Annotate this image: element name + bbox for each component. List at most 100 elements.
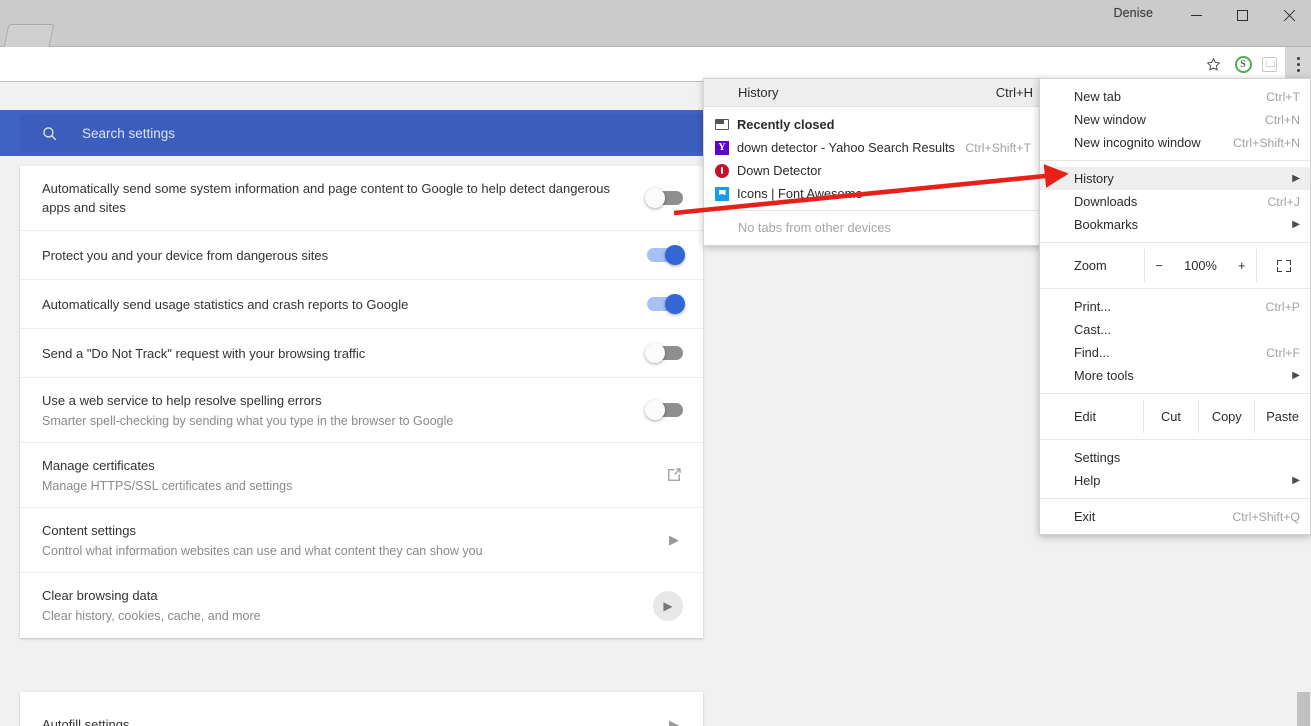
profile-name-label[interactable]: Denise xyxy=(1113,6,1153,20)
setting-title: Autofill settings xyxy=(42,717,130,726)
setting-title: Clear browsing data xyxy=(42,588,158,603)
history-entry-label: down detector - Yahoo Search Results xyxy=(737,140,955,155)
copy-button[interactable]: Copy xyxy=(1198,400,1254,433)
chevron-right-icon[interactable]: ▶ xyxy=(665,532,683,548)
yahoo-favicon: Y xyxy=(715,140,737,155)
settings-search-box[interactable]: Search settings xyxy=(20,114,703,152)
chevron-right-icon: ▶ xyxy=(1292,370,1300,381)
menu-item-new-incognito-window[interactable]: New incognito window Ctrl+Shift+N xyxy=(1040,131,1310,154)
toggle-knob xyxy=(645,400,665,420)
menu-item-settings[interactable]: Settings xyxy=(1040,446,1310,469)
history-entry-yahoo[interactable]: Y down detector - Yahoo Search Results C… xyxy=(704,136,1043,159)
setting-subtitle: Clear history, cookies, cache, and more xyxy=(42,609,261,623)
setting-title: Send a "Do Not Track" request with your … xyxy=(42,345,366,361)
address-bar[interactable] xyxy=(0,48,1214,80)
toggle-knob xyxy=(665,245,685,265)
toggle-send-system-info[interactable] xyxy=(645,188,683,208)
menu-item-bookmarks[interactable]: Bookmarks ▶ xyxy=(1040,213,1310,236)
maximize-button[interactable] xyxy=(1219,0,1265,30)
history-entry-label: Icons | Font Awesome xyxy=(737,186,863,201)
privacy-settings-card: Automatically send some system informati… xyxy=(20,166,703,638)
setting-subtitle: Control what information websites can us… xyxy=(42,543,483,558)
menu-item-accel: Ctrl+N xyxy=(1264,112,1300,127)
chevron-right-circle-icon[interactable]: ▶ xyxy=(653,590,683,621)
setting-subtitle: Manage HTTPS/SSL certificates and settin… xyxy=(42,478,293,493)
minimize-button[interactable] xyxy=(1173,0,1219,30)
menu-item-more-tools[interactable]: More tools ▶ xyxy=(1040,364,1310,387)
fullscreen-button[interactable] xyxy=(1256,249,1310,282)
menu-item-exit[interactable]: Exit Ctrl+Shift+Q xyxy=(1040,505,1310,528)
minimize-icon xyxy=(1190,14,1202,16)
bookmark-star-button[interactable] xyxy=(1197,47,1229,82)
zoom-out-button[interactable]: − xyxy=(1156,258,1163,273)
chevron-right-icon[interactable]: ▶ xyxy=(665,717,683,726)
history-entry-accel: Ctrl+Shift+T xyxy=(965,140,1031,155)
window-icon xyxy=(715,119,737,130)
three-dot-menu-icon xyxy=(1296,57,1300,72)
menu-item-label: Settings xyxy=(1074,450,1121,465)
menu-item-label: New incognito window xyxy=(1074,135,1201,150)
menu-divider xyxy=(1040,498,1310,499)
cut-button[interactable]: Cut xyxy=(1142,400,1199,433)
maximize-icon xyxy=(1236,9,1248,21)
fontawesome-favicon xyxy=(715,186,737,201)
menu-item-label: New tab xyxy=(1074,89,1121,104)
history-no-other-devices: No tabs from other devices xyxy=(704,216,1043,239)
setting-title: Protect you and your device from dangero… xyxy=(42,247,329,263)
toggle-usage-stats[interactable] xyxy=(647,294,685,314)
chrome-menu-button[interactable] xyxy=(1285,47,1311,82)
browser-window: Denise S Search settings Automatically s… xyxy=(0,0,1311,726)
menu-item-find[interactable]: Find... Ctrl+F xyxy=(1040,341,1310,364)
zoom-in-button[interactable]: + xyxy=(1238,258,1245,273)
close-button[interactable] xyxy=(1265,0,1311,30)
paste-button[interactable]: Paste xyxy=(1254,400,1310,433)
setting-row-spelling[interactable]: Use a web service to help resolve spelli… xyxy=(20,378,703,443)
setting-row-send-system-info[interactable]: Automatically send some system informati… xyxy=(20,166,703,231)
history-entry-label: Down Detector xyxy=(737,163,822,178)
setting-row-safe-browsing[interactable]: Protect you and your device from dangero… xyxy=(20,231,703,280)
recently-closed-label: Recently closed xyxy=(737,117,835,132)
menu-item-accel: Ctrl+Shift+Q xyxy=(1232,509,1300,524)
toggle-knob xyxy=(645,343,665,363)
browser-tab[interactable] xyxy=(3,24,55,47)
setting-row-clear-browsing-data[interactable]: Clear browsing data Clear history, cooki… xyxy=(20,573,703,638)
history-submenu-header[interactable]: History Ctrl+H xyxy=(704,79,1043,107)
history-submenu-header-label: History xyxy=(738,85,779,100)
menu-item-accel: Ctrl+Shift+N xyxy=(1233,135,1300,150)
menu-item-cast[interactable]: Cast... xyxy=(1040,318,1310,341)
menu-item-history[interactable]: History ▶ xyxy=(1040,167,1310,190)
extension-button-disabled[interactable] xyxy=(1253,47,1285,82)
menu-item-new-tab[interactable]: New tab Ctrl+T xyxy=(1040,85,1310,108)
toggle-do-not-track[interactable] xyxy=(645,343,683,363)
setting-row-usage-stats[interactable]: Automatically send usage statistics and … xyxy=(20,280,703,329)
zoom-label: Zoom xyxy=(1074,258,1107,273)
menu-item-label: Downloads xyxy=(1074,194,1138,209)
chevron-right-icon: ▶ xyxy=(1292,475,1300,486)
external-link-icon[interactable] xyxy=(665,466,683,484)
menu-item-help[interactable]: Help ▶ xyxy=(1040,469,1310,492)
toggle-spelling[interactable] xyxy=(645,400,683,420)
menu-item-print[interactable]: Print... Ctrl+P xyxy=(1040,295,1310,318)
scrollbar-thumb[interactable] xyxy=(1297,692,1310,726)
title-bar: Denise xyxy=(0,0,1311,47)
menu-item-label: More tools xyxy=(1074,368,1134,383)
zoom-level-label: 100% xyxy=(1184,258,1217,273)
setting-row-autofill-settings[interactable]: Autofill settings ▶ xyxy=(20,692,703,726)
setting-title: Automatically send usage statistics and … xyxy=(42,296,409,312)
chevron-right-icon: ▶ xyxy=(1292,219,1300,230)
setting-row-do-not-track[interactable]: Send a "Do Not Track" request with your … xyxy=(20,329,703,378)
setting-title: Manage certificates xyxy=(42,457,155,473)
history-entry-font-awesome[interactable]: Icons | Font Awesome xyxy=(704,182,1043,205)
setting-row-manage-certificates[interactable]: Manage certificates Manage HTTPS/SSL cer… xyxy=(20,443,703,508)
extension-disabled-icon xyxy=(1261,57,1277,72)
menu-item-downloads[interactable]: Downloads Ctrl+J xyxy=(1040,190,1310,213)
menu-item-accel: Ctrl+F xyxy=(1266,345,1300,360)
browser-toolbar: S xyxy=(0,47,1311,82)
menu-item-accel: Ctrl+P xyxy=(1265,299,1300,314)
setting-title: Use a web service to help resolve spelli… xyxy=(42,392,322,408)
menu-item-new-window[interactable]: New window Ctrl+N xyxy=(1040,108,1310,131)
setting-row-content-settings[interactable]: Content settings Control what informatio… xyxy=(20,508,703,573)
toggle-safe-browsing[interactable] xyxy=(647,245,685,265)
history-entry-down-detector[interactable]: Down Detector xyxy=(704,159,1043,182)
menu-item-label: New window xyxy=(1074,112,1146,127)
